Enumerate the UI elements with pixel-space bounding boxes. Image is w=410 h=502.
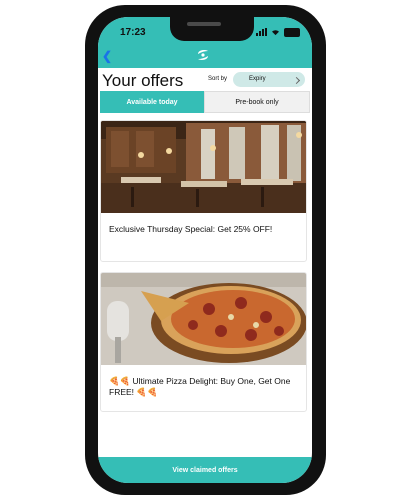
speaker [187, 22, 221, 26]
status-time: 17:23 [120, 27, 146, 38]
notch [170, 17, 254, 41]
pizza-image [101, 273, 306, 365]
app-logo-icon [198, 50, 208, 60]
tab-available-today[interactable]: Available today [100, 91, 204, 113]
sort-value: Expiry [249, 76, 266, 82]
offer-card[interactable]: 🍕🍕 Ultimate Pizza Delight: Buy One, Get … [100, 272, 307, 412]
chevron-right-icon [292, 76, 301, 85]
sort-select[interactable]: Expiry [233, 72, 305, 87]
offer-title: 🍕🍕 Ultimate Pizza Delight: Buy One, Get … [109, 376, 291, 397]
screen: 17:23 ❮ Your offers Sort by Expiry Avail… [98, 17, 312, 483]
view-claimed-offers-button[interactable]: View claimed offers [98, 457, 312, 483]
chevron-left-icon[interactable]: ❮ [102, 49, 112, 63]
wifi-icon [272, 29, 279, 35]
signal-icon [256, 28, 267, 36]
sort-label: Sort by [208, 76, 228, 82]
restaurant-interior-image [101, 121, 306, 213]
tab-pre-book-only[interactable]: Pre-book only [204, 91, 310, 113]
offer-card[interactable]: Exclusive Thursday Special: Get 25% OFF! [100, 120, 307, 262]
status-icons [256, 27, 300, 37]
page-title: Your offers [102, 71, 184, 90]
offer-title: Exclusive Thursday Special: Get 25% OFF! [109, 224, 273, 234]
offer-tabs: Available today Pre-book only [100, 91, 310, 113]
battery-icon [284, 27, 300, 37]
